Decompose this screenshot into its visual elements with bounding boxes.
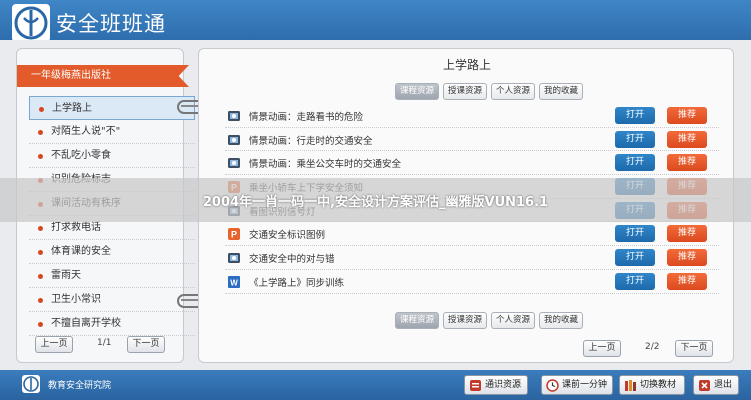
app-footer: 教育安全研究院 通识资源 课前一分钟 切换教材 退出 bbox=[0, 370, 751, 400]
video-icon bbox=[227, 108, 241, 122]
lesson-label: 体育课的安全 bbox=[51, 246, 111, 257]
resource-pager: 上一页 2/2 下一页 bbox=[583, 340, 733, 358]
video-icon bbox=[227, 155, 241, 169]
resource-label: 情景动画：乘坐公交车时的交通安全 bbox=[249, 159, 402, 171]
ppt-icon: P bbox=[227, 226, 241, 241]
bullet-icon bbox=[38, 250, 43, 255]
app-logo-icon bbox=[12, 4, 50, 42]
lesson-label: 雷雨天 bbox=[51, 270, 81, 281]
video-icon bbox=[227, 250, 241, 264]
lesson-label: 打求救电话 bbox=[51, 222, 101, 233]
bullet-icon bbox=[38, 322, 43, 327]
resource-row: 情景动画：走路看书的危险 打开 推荐 bbox=[225, 104, 719, 128]
footer-button-exit[interactable]: 退出 bbox=[693, 375, 739, 395]
open-button[interactable]: 打开 bbox=[615, 107, 655, 124]
footer-button-label: 切换教材 bbox=[640, 380, 677, 390]
recommend-button[interactable]: 推荐 bbox=[667, 107, 707, 124]
recommend-button[interactable]: 推荐 bbox=[667, 225, 707, 243]
footer-button-label: 课前一分钟 bbox=[562, 380, 608, 390]
svg-text:W: W bbox=[230, 278, 238, 287]
open-button[interactable]: 打开 bbox=[615, 272, 655, 290]
open-button[interactable]: 打开 bbox=[615, 154, 655, 172]
resource-label: 情景动画：行走时的交通安全 bbox=[249, 135, 373, 147]
lesson-label: 上学路上 bbox=[52, 103, 92, 114]
lesson-label: 对陌生人说"不" bbox=[51, 126, 121, 137]
recommend-button[interactable]: 推荐 bbox=[667, 130, 707, 148]
tab-resource-2[interactable]: 个人资源 bbox=[491, 312, 535, 329]
bullet-icon bbox=[38, 130, 43, 135]
recommend-button[interactable]: 推荐 bbox=[667, 272, 707, 290]
org-logo-icon bbox=[22, 375, 40, 393]
page-indicator: 2/2 bbox=[645, 342, 660, 352]
panel-title: 上学路上 bbox=[442, 58, 491, 72]
tab-resource-2[interactable]: 个人资源 bbox=[491, 83, 535, 100]
lesson-item[interactable]: 对陌生人说"不" bbox=[29, 120, 195, 144]
resource-label: 交通安全标识图例 bbox=[249, 230, 326, 242]
lesson-item[interactable]: 体育课的安全 bbox=[29, 240, 195, 264]
footer-button-label: 退出 bbox=[714, 380, 733, 390]
lesson-label: 不乱吃小零食 bbox=[51, 150, 111, 161]
resource-icon bbox=[469, 379, 482, 392]
clock-icon bbox=[546, 379, 559, 392]
prev-page-button[interactable]: 上一页 bbox=[35, 336, 73, 353]
word-icon: W bbox=[227, 274, 241, 288]
lesson-item[interactable]: 雷雨天 bbox=[29, 264, 195, 288]
tab-resource-0[interactable]: 课程资源 bbox=[395, 83, 439, 100]
resource-label: 交通安全中的对与错 bbox=[249, 254, 335, 266]
lesson-label: 不擅自离开学校 bbox=[51, 318, 121, 329]
next-page-button[interactable]: 下一页 bbox=[127, 336, 165, 353]
bullet-icon bbox=[38, 154, 43, 159]
resource-label: 《上学路上》同步训练 bbox=[249, 277, 345, 289]
footer-button-clock[interactable]: 课前一分钟 bbox=[541, 375, 613, 395]
lesson-item[interactable]: 不擅自离开学校 bbox=[29, 312, 195, 336]
footer-button-books[interactable]: 切换教材 bbox=[619, 375, 685, 395]
tab-resource-3[interactable]: 我的收藏 bbox=[539, 83, 583, 100]
page-indicator: 1/1 bbox=[97, 338, 112, 348]
next-page-button[interactable]: 下一页 bbox=[675, 340, 713, 357]
resource-row: W 《上学路上》同步训练 打开 推荐 bbox=[225, 270, 719, 294]
footer-button-resource[interactable]: 通识资源 bbox=[464, 375, 528, 395]
lesson-item[interactable]: 卫生小常识 bbox=[29, 288, 195, 312]
overlay-caption: 2004年一肖一码一中,安全设计方案评估_幽雅版VUN16.1 bbox=[202, 195, 549, 210]
bullet-icon bbox=[38, 274, 43, 279]
footer-org-name: 教育安全研究院 bbox=[48, 381, 112, 391]
footer-button-label: 通识资源 bbox=[485, 380, 522, 390]
open-button[interactable]: 打开 bbox=[615, 225, 655, 243]
bullet-icon bbox=[38, 298, 43, 303]
app-title: 安全班班通 bbox=[56, 12, 166, 36]
tab-resource-1[interactable]: 授课资源 bbox=[443, 83, 487, 100]
resource-row: 交通安全中的对与错 打开 推荐 bbox=[225, 246, 719, 270]
tab-resource-0[interactable]: 课程资源 bbox=[395, 312, 439, 329]
resource-row: P 交通安全标识图例 打开 推荐 bbox=[225, 222, 719, 247]
exit-icon bbox=[698, 379, 711, 392]
video-icon bbox=[227, 132, 241, 146]
prev-page-button[interactable]: 上一页 bbox=[583, 340, 621, 357]
bullet-icon bbox=[39, 107, 44, 112]
books-icon bbox=[624, 379, 637, 392]
resource-row: 情景动画：行走时的交通安全 打开 推荐 bbox=[225, 128, 719, 152]
lesson-pager: 上一页 1/1 下一页 bbox=[17, 336, 183, 354]
overlay-banner: 2004年一肖一码一中,安全设计方案评估_幽雅版VUN16.1 bbox=[0, 178, 751, 222]
grade-banner: 一年级梅燕出版社 bbox=[17, 65, 189, 87]
tab-resource-3[interactable]: 我的收藏 bbox=[539, 312, 583, 329]
resource-row: 情景动画：乘坐公交车时的交通安全 打开 推荐 bbox=[225, 151, 719, 176]
open-button[interactable]: 打开 bbox=[615, 249, 655, 267]
lesson-item[interactable]: 不乱吃小零食 bbox=[29, 144, 195, 168]
lesson-label: 卫生小常识 bbox=[51, 294, 101, 305]
svg-text:P: P bbox=[231, 230, 237, 240]
recommend-button[interactable]: 推荐 bbox=[667, 249, 707, 267]
open-button[interactable]: 打开 bbox=[615, 130, 655, 148]
recommend-button[interactable]: 推荐 bbox=[667, 154, 707, 172]
tab-resource-1[interactable]: 授课资源 bbox=[443, 312, 487, 329]
resource-label: 情景动画：走路看书的危险 bbox=[249, 112, 364, 123]
bullet-icon bbox=[38, 226, 43, 231]
lesson-item[interactable]: 上学路上 bbox=[29, 96, 195, 120]
